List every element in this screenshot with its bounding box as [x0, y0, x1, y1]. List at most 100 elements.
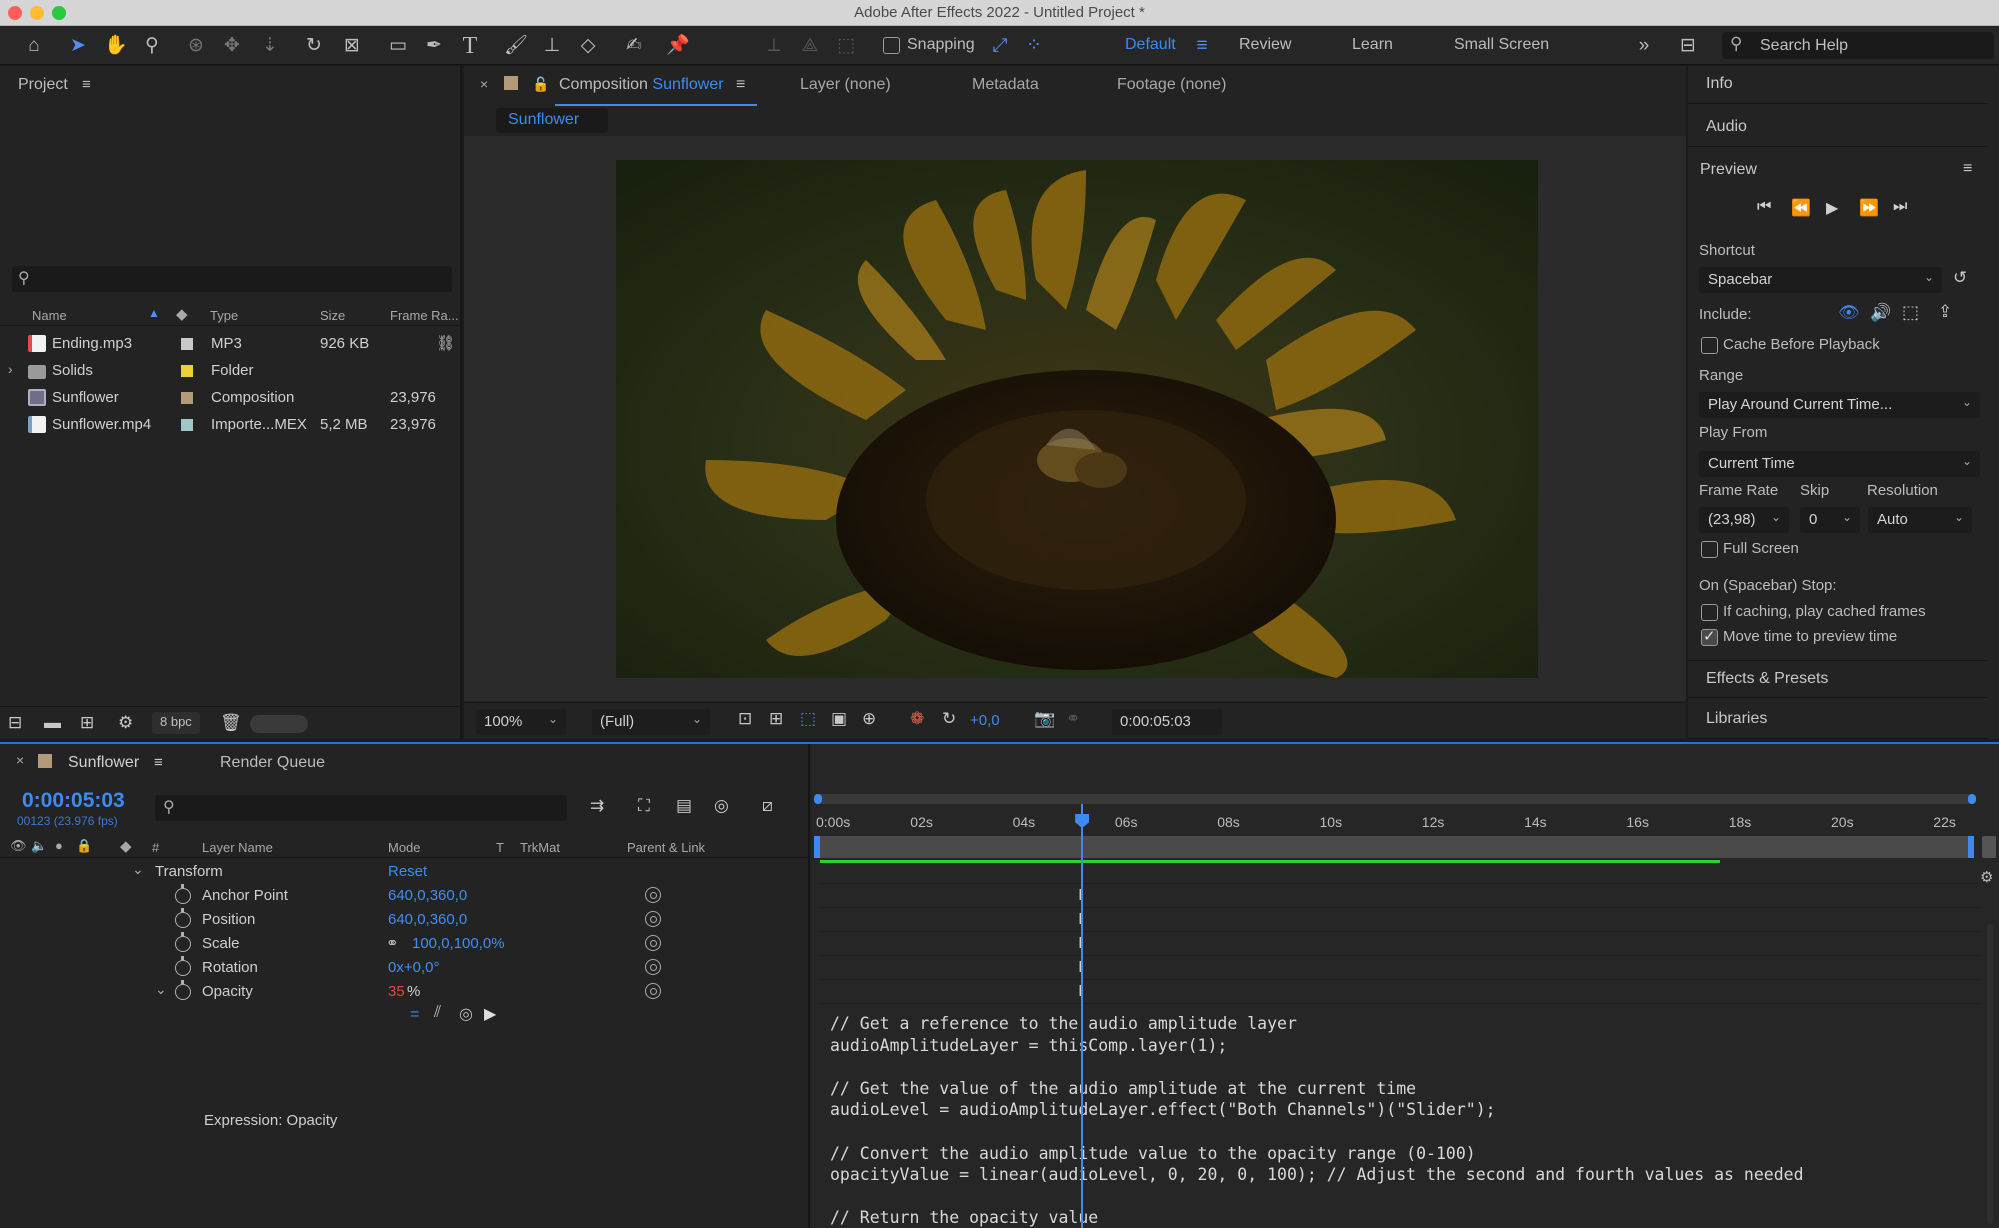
skip-dropdown[interactable]: 0 ⌄ — [1800, 507, 1860, 533]
label-swatch[interactable] — [181, 338, 193, 350]
stopwatch-icon[interactable] — [175, 932, 191, 952]
libraries-panel-header[interactable]: Libraries — [1688, 701, 1988, 739]
property-value[interactable]: 0x+0,0° — [388, 959, 439, 976]
column-trkmat[interactable]: TrkMat — [520, 840, 560, 855]
project-item[interactable]: Sunflower.mp4 Importe...MEX 5,2 MB 23,97… — [0, 411, 460, 438]
pen-tool-icon[interactable]: ✒ — [422, 34, 446, 58]
pickwhip-icon[interactable] — [645, 887, 661, 903]
composition-viewer[interactable] — [464, 136, 1686, 701]
frame-rate-dropdown[interactable]: (23,98) ⌄ — [1699, 507, 1789, 533]
resolution-preview-dropdown[interactable]: Auto ⌄ — [1868, 507, 1972, 533]
orbit-camera-icon[interactable]: ⊛ — [184, 34, 208, 58]
column-type[interactable]: Type — [210, 308, 238, 323]
work-area-start[interactable] — [814, 836, 820, 858]
sort-ascending-icon[interactable]: ▲ — [148, 306, 160, 320]
show-channel-icon[interactable]: ❁ — [910, 709, 924, 729]
pickwhip-icon[interactable] — [645, 911, 661, 927]
show-snapshot-icon[interactable]: ⚭ — [1066, 709, 1080, 729]
opacity-value-expression[interactable]: 35 — [388, 983, 405, 1000]
reset-exposure-icon[interactable]: ↻ — [942, 709, 956, 729]
project-item[interactable]: Ending.mp3 MP3 926 KB ⛓ — [0, 330, 460, 357]
expression-code-line[interactable]: // Get a reference to the audio amplitud… — [830, 1014, 1297, 1033]
cache-before-playback-checkbox[interactable] — [1701, 337, 1718, 354]
pan-behind-tool-icon[interactable]: ⊠ — [340, 34, 364, 58]
timeline-options-icon[interactable]: ⚙ — [1980, 868, 1993, 886]
more-workspaces-icon[interactable]: » — [1632, 34, 1656, 58]
tab-layer[interactable]: Layer (none) — [800, 76, 891, 94]
if-caching-checkbox[interactable] — [1701, 604, 1718, 621]
work-area-end[interactable] — [1968, 836, 1974, 858]
expression-code-line[interactable]: audioAmplitudeLayer = thisComp.layer(1); — [830, 1036, 1227, 1055]
workspace-small-screen[interactable]: Small Screen — [1454, 36, 1549, 54]
timeline-search-input[interactable]: ⚲ — [155, 795, 567, 821]
label-swatch[interactable] — [181, 392, 193, 404]
project-search-input[interactable]: ⚲ — [12, 266, 452, 292]
property-value[interactable]: 640,0,360,0 — [388, 887, 467, 904]
tab-footage[interactable]: Footage (none) — [1117, 76, 1226, 94]
clone-stamp-tool-icon[interactable]: ⊥ — [540, 34, 564, 58]
property-row-opacity[interactable]: ⌄ Opacity 35 % — [0, 980, 808, 1004]
property-row-position[interactable]: Position 640,0,360,0 — [0, 908, 808, 932]
column-layer-name[interactable]: Layer Name — [202, 840, 273, 855]
play-icon[interactable]: ▶ — [1826, 198, 1838, 218]
pan-camera-icon[interactable]: ✥ — [220, 34, 244, 58]
render-queue-tab[interactable]: Render Queue — [220, 754, 325, 772]
current-time-display[interactable]: 0:00:05:03 — [22, 789, 125, 813]
close-tab-icon[interactable]: × — [480, 76, 488, 92]
tab-metadata[interactable]: Metadata — [972, 76, 1039, 94]
include-audio-icon[interactable]: 🔊 — [1870, 303, 1891, 323]
roto-brush-tool-icon[interactable]: ✍ — [622, 34, 646, 58]
search-help-field[interactable]: ⚲ Search Help — [1722, 32, 1994, 59]
property-row-anchor-point[interactable]: Anchor Point 640,0,360,0 — [0, 884, 808, 908]
expression-code-line[interactable]: // Convert the audio amplitude value to … — [830, 1144, 1476, 1163]
transform-group-row[interactable]: ⌄ Transform Reset — [0, 860, 808, 884]
chevron-down-icon[interactable]: ⌄ — [132, 861, 144, 878]
range-dropdown[interactable]: Play Around Current Time... ⌄ — [1699, 392, 1980, 418]
solo-icon[interactable]: ● — [55, 838, 63, 853]
region-of-interest-icon[interactable]: ▣ — [831, 709, 847, 729]
label-column-icon[interactable]: ◆ — [176, 305, 188, 323]
video-eye-icon[interactable]: 👁 — [10, 838, 27, 854]
workspace-switcher-icon[interactable]: ⊟ — [1676, 34, 1700, 58]
composition-tab[interactable]: Composition Sunflower — [559, 76, 724, 94]
include-overlays-icon[interactable]: ⬚ — [1902, 302, 1919, 323]
hand-tool-icon[interactable]: ✋ — [104, 34, 128, 58]
snapshot-camera-icon[interactable]: 📷 — [1034, 709, 1055, 729]
transparency-grid-icon[interactable]: ⊞ — [769, 709, 783, 729]
label-column-icon[interactable]: ◆ — [120, 837, 132, 855]
chevron-right-icon[interactable]: › — [8, 361, 13, 377]
preview-panel-header[interactable]: Preview ≡ — [1688, 152, 1988, 190]
enable-expression-icon[interactable]: = — [410, 1006, 430, 1024]
audio-speaker-icon[interactable]: 🔈 — [31, 838, 47, 854]
resolution-dropdown[interactable]: (Full) ⌄ — [592, 709, 710, 735]
project-item[interactable]: › Solids Folder — [0, 357, 460, 384]
include-video-eye-icon[interactable]: 👁 — [1838, 303, 1860, 323]
adjust-project-settings-icon[interactable]: ⚙ — [118, 713, 133, 733]
local-axis-icon[interactable]: ⟂ — [762, 34, 786, 58]
composition-mini-flowchart-icon[interactable]: ⇉ — [590, 796, 604, 816]
label-swatch[interactable] — [181, 419, 193, 431]
reset-shortcut-icon[interactable]: ↺ — [1953, 268, 1967, 288]
lock-column-icon[interactable]: 🔒 — [76, 838, 92, 854]
guides-grid-icon[interactable]: ⊕ — [862, 709, 876, 729]
property-row-scale[interactable]: Scale ⚭ 100,0,100,0% — [0, 932, 808, 956]
workspace-review[interactable]: Review — [1239, 36, 1291, 54]
interpret-footage-icon[interactable]: ⊟ — [8, 713, 22, 733]
timeline-menu-icon[interactable]: ≡ — [154, 754, 163, 771]
mask-visibility-icon[interactable]: ⬚ — [800, 709, 816, 729]
stopwatch-icon[interactable] — [175, 956, 191, 976]
project-panel-menu-icon[interactable]: ≡ — [82, 76, 91, 93]
thumbnail-slider[interactable] — [250, 715, 308, 733]
workspace-default[interactable]: Default — [1125, 36, 1176, 54]
column-size[interactable]: Size — [320, 308, 345, 323]
eraser-tool-icon[interactable]: ◇ — [576, 34, 600, 58]
bit-depth-button[interactable]: 8 bpc — [152, 712, 200, 734]
dependency-flowchart-icon[interactable]: ⛓ — [436, 334, 455, 352]
work-area-bar[interactable] — [814, 836, 1974, 858]
full-screen-checkbox[interactable] — [1701, 541, 1718, 558]
composition-breadcrumb[interactable]: Sunflower — [496, 108, 608, 133]
next-frame-icon[interactable]: ⏩ — [1859, 198, 1879, 218]
constrain-proportions-link-icon[interactable]: ⚭ — [386, 934, 399, 952]
audio-panel-header[interactable]: Audio — [1688, 109, 1988, 147]
stopwatch-icon[interactable] — [175, 884, 191, 904]
